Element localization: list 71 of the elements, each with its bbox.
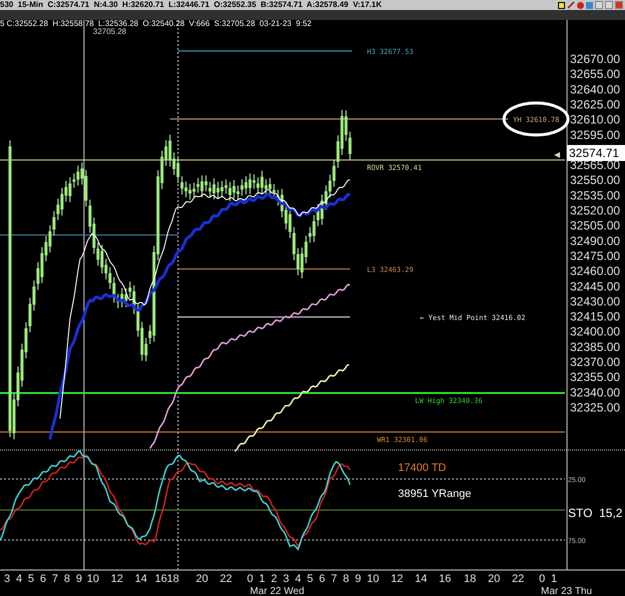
time-axis-label: 4 — [294, 573, 302, 585]
oscillator-name: STO 15,2 — [568, 506, 622, 520]
price-axis-label: 32640.00 — [570, 82, 620, 96]
time-axis-label: 4 — [16, 573, 22, 585]
price-axis-label: 32340.00 — [570, 385, 620, 400]
chart-tool-icon[interactable] — [558, 2, 565, 8]
quote-line: 530 15-Min C:32574.71 N:4.30 H:32620.71 L:32446.71 O:32552.35 B:32574.71 A:32578.49 V:17.1K — [0, 0, 382, 10]
time-axis-label: 3 — [282, 573, 290, 585]
time-axis-label: 22 — [220, 573, 232, 585]
highlight-circle — [502, 102, 570, 136]
time-axis-label: 22 — [512, 573, 524, 585]
time-axis-label: 0 — [538, 573, 546, 585]
price-axis-label: 32430.00 — [570, 294, 620, 308]
time-axis-label: 14 — [414, 573, 428, 585]
price-axis-label: 32625.00 — [570, 97, 620, 112]
pencil-icon[interactable] — [567, 1, 575, 9]
time-axis-label: 5 — [306, 573, 314, 585]
time-axis-label: 10 — [86, 573, 100, 585]
time-axis-label: 20 — [488, 573, 500, 585]
high-price-label: 32705.28 — [93, 27, 126, 36]
price-axis-label: 32655.00 — [570, 67, 620, 82]
maximize-button[interactable] — [605, 1, 613, 9]
time-axis-label: 12 — [110, 573, 124, 585]
price-axis-label: 32400.00 — [570, 324, 620, 339]
time-axis-label: 1 — [550, 573, 558, 585]
yrange-label: 38951 YRange — [398, 488, 472, 500]
time-axis-label: 6 — [40, 573, 46, 585]
time-axis-label: 16 — [154, 573, 168, 585]
time-axis-label: 3 — [4, 573, 10, 585]
time-axis-label: 18 — [166, 573, 180, 585]
time-axis-label: 1 — [258, 573, 266, 585]
price-axis-label: 32460.00 — [570, 264, 620, 278]
price-axis-label: 32325.00 — [570, 400, 620, 414]
time-axis-label: 18 — [464, 573, 476, 585]
td-label: 17400 TD — [398, 462, 446, 474]
arrow-icon — [554, 152, 560, 158]
time-axis-label: 7 — [330, 573, 338, 585]
price-axis-label: 32415.00 — [570, 310, 620, 324]
price-axis-label: 32475.00 — [570, 248, 620, 263]
minimize-button[interactable] — [595, 1, 603, 9]
price-axis-label: 32505.00 — [570, 218, 620, 233]
time-axis-label: 5 — [28, 573, 34, 585]
time-axis-label: 8 — [64, 573, 70, 585]
price-axis-label: 32385.00 — [570, 340, 620, 354]
time-axis-label: 12 — [390, 573, 404, 585]
time-axis-label: 16 — [438, 573, 452, 585]
date-label: Mar 22 Wed — [250, 586, 304, 596]
price-axis-label: 32610.00 — [570, 112, 620, 127]
price-axis-label: 32445.00 — [570, 279, 620, 294]
price-axis-label: 32565.00 — [570, 158, 620, 172]
price-axis-label: 32670.00 — [570, 52, 620, 66]
time-axis-label: 10 — [366, 573, 380, 585]
price-axis-label: 32490.00 — [570, 234, 620, 248]
time-axis-label: 6 — [318, 573, 326, 585]
time-axis-label: 14 — [134, 573, 148, 585]
time-axis-label: 20 — [196, 573, 208, 585]
close-button[interactable] — [615, 1, 623, 9]
time-axis-label: 9 — [354, 573, 362, 585]
price-axis-label: 32520.00 — [570, 204, 620, 218]
price-axis-label: 32355.00 — [570, 370, 620, 384]
price-axis-label: 32595.00 — [570, 128, 620, 142]
time-axis-label: 0 — [246, 573, 254, 585]
time-axis-label: 2 — [270, 573, 278, 585]
price-axis-label: 32550.00 — [570, 173, 620, 188]
last-price-tag: 32574.71 — [567, 145, 625, 161]
date-label: Mar 23 Thu — [541, 586, 592, 596]
price-axis-label: 32370.00 — [570, 355, 620, 369]
time-axis-label: 9 — [76, 573, 82, 585]
time-axis-label: 8 — [342, 573, 350, 585]
time-axis-label: 7 — [52, 573, 58, 585]
price-axis-label: 32535.00 — [570, 188, 620, 202]
